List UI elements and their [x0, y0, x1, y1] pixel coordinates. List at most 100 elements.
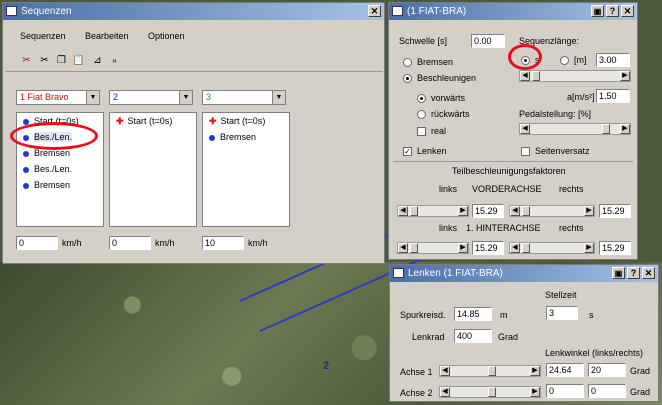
list-item[interactable]: Bremsen: [209, 132, 256, 142]
arrow-left-icon[interactable]: ◀: [398, 243, 408, 253]
arrow-right-icon[interactable]: ▶: [620, 124, 630, 134]
chart-icon[interactable]: ⊿: [91, 55, 104, 67]
real-checkbox[interactable]: [417, 127, 426, 136]
a-input[interactable]: 1.50: [596, 89, 630, 103]
vehicle-select-1[interactable]: 1 Fiat Bravo ▼: [16, 90, 100, 105]
ha-right-input[interactable]: 15.29: [599, 241, 631, 255]
close-icon[interactable]: ✕: [368, 5, 381, 17]
sequenzlaenge-m-radio[interactable]: [560, 56, 569, 65]
list-item[interactable]: Bremsen: [23, 180, 70, 190]
arrow-left-icon[interactable]: ◀: [398, 206, 408, 216]
achse1-left-input[interactable]: 24.64: [546, 363, 584, 377]
spurkreisd-input[interactable]: 14.85: [454, 307, 492, 321]
grad-label: Grad: [630, 366, 651, 376]
lenken-checkbox[interactable]: ✓: [403, 147, 412, 156]
arrow-left-icon[interactable]: ◀: [520, 71, 530, 81]
stellzeit-unit: s: [589, 310, 594, 320]
speed-input-1[interactable]: 0: [16, 236, 58, 250]
menu-sequenzen[interactable]: Sequenzen: [20, 31, 66, 41]
lenkrad-input[interactable]: 400: [454, 329, 492, 343]
slider-thumb[interactable]: [488, 366, 496, 376]
slider-thumb[interactable]: [532, 71, 540, 81]
ha-left-input[interactable]: 15.29: [472, 241, 504, 255]
bremsen-radio[interactable]: [403, 58, 412, 67]
va-right-slider[interactable]: ◀ ▶: [509, 205, 595, 217]
camera-icon[interactable]: ▣: [612, 267, 625, 279]
slider-thumb[interactable]: [488, 387, 496, 397]
arrow-left-icon[interactable]: ◀: [440, 366, 450, 376]
arrow-right-icon[interactable]: ▶: [458, 206, 468, 216]
vehicle-select-2[interactable]: 2 ▼: [109, 90, 193, 105]
achse2-right-input[interactable]: 0: [588, 384, 626, 398]
rueckwaerts-label: rückwärts: [431, 109, 470, 119]
slider-thumb[interactable]: [602, 124, 610, 134]
arrow-left-icon[interactable]: ◀: [510, 206, 520, 216]
cut-icon[interactable]: ✂: [20, 55, 33, 67]
arrow-left-icon[interactable]: ◀: [520, 124, 530, 134]
beschleunigen-radio[interactable]: [403, 74, 412, 83]
arrow-right-icon[interactable]: ▶: [458, 243, 468, 253]
divider: [393, 161, 633, 162]
sequence-list-2[interactable]: ✚ Start (t=0s): [109, 112, 197, 227]
ha-left-slider[interactable]: ◀ ▶: [397, 242, 469, 254]
vehicle-select-3[interactable]: 3 ▼: [202, 90, 286, 105]
chevron-down-icon[interactable]: ▼: [179, 91, 192, 104]
speed-input-3[interactable]: 10: [202, 236, 244, 250]
ha-right-slider[interactable]: ◀ ▶: [509, 242, 595, 254]
sequenzlaenge-slider[interactable]: ◀ ▶: [519, 70, 631, 82]
stellzeit-input[interactable]: 3: [546, 306, 578, 320]
lenken-label: Lenken: [417, 146, 447, 156]
arrow-right-icon[interactable]: ▶: [584, 206, 594, 216]
arrow-right-icon[interactable]: ▶: [620, 71, 630, 81]
a-label: a[m/s²]: [567, 92, 595, 102]
pedal-slider[interactable]: ◀ ▶: [519, 123, 631, 135]
va-right-input[interactable]: 15.29: [599, 204, 631, 218]
achse2-slider[interactable]: ◀ ▶: [439, 386, 541, 398]
slider-thumb[interactable]: [410, 243, 418, 253]
sequenzen-titlebar[interactable]: Sequenzen ✕: [3, 3, 384, 20]
achse1-right-input[interactable]: 20: [588, 363, 626, 377]
slider-thumb[interactable]: [522, 243, 530, 253]
list-item[interactable]: ✚ Start (t=0s): [116, 116, 172, 127]
va-left-input[interactable]: 15.29: [472, 204, 504, 218]
lenken-titlebar[interactable]: Lenken (1 FIAT-BRA) ▣ ? ✕: [390, 265, 658, 282]
achse2-left-input[interactable]: 0: [546, 384, 584, 398]
camera-icon[interactable]: ▣: [591, 5, 604, 17]
seitenversatz-checkbox[interactable]: [521, 147, 530, 156]
copy-icon[interactable]: ❐: [55, 55, 68, 67]
list-item[interactable]: Bes./Len.: [23, 164, 72, 174]
arrow-left-icon[interactable]: ◀: [510, 243, 520, 253]
sequenzlaenge-input[interactable]: 3.00: [596, 53, 630, 67]
sequence-list-3[interactable]: ✚ Start (t=0s) Bremsen: [202, 112, 290, 227]
rueckwaerts-radio[interactable]: [417, 110, 426, 119]
chevron-down-icon[interactable]: ▼: [272, 91, 285, 104]
menu-bearbeiten[interactable]: Bearbeiten: [85, 31, 129, 41]
chevron-down-icon[interactable]: ▼: [86, 91, 99, 104]
scissors-icon[interactable]: ✂: [38, 55, 51, 67]
speed-unit: km/h: [248, 238, 268, 248]
help-icon[interactable]: ?: [606, 5, 619, 17]
beschleunigung-titlebar[interactable]: (1 FIAT-BRA) ▣ ? ✕: [389, 3, 637, 20]
beschleunigen-label: Beschleunigen: [417, 73, 477, 83]
list-item[interactable]: ✚ Start (t=0s): [209, 116, 265, 127]
close-icon[interactable]: ✕: [621, 5, 634, 17]
slider-thumb[interactable]: [410, 206, 418, 216]
arrow-right-icon[interactable]: ▶: [530, 387, 540, 397]
paste-icon[interactable]: 📋: [72, 55, 85, 67]
more-icon[interactable]: »: [108, 55, 121, 67]
arrow-right-icon[interactable]: ▶: [530, 366, 540, 376]
va-left-slider[interactable]: ◀ ▶: [397, 205, 469, 217]
achse1-slider[interactable]: ◀ ▶: [439, 365, 541, 377]
vorwaerts-radio[interactable]: [417, 94, 426, 103]
arrow-right-icon[interactable]: ▶: [584, 243, 594, 253]
menu-optionen[interactable]: Optionen: [148, 31, 185, 41]
seitenversatz-label: Seitenversatz: [535, 146, 590, 156]
schwelle-input[interactable]: 0.00: [471, 34, 505, 48]
speed-input-2[interactable]: 0: [109, 236, 151, 250]
help-icon[interactable]: ?: [627, 267, 640, 279]
arrow-left-icon[interactable]: ◀: [440, 387, 450, 397]
achse1-label: Achse 1: [400, 367, 433, 377]
highlight-ring: [508, 44, 542, 70]
close-icon[interactable]: ✕: [642, 267, 655, 279]
slider-thumb[interactable]: [522, 206, 530, 216]
